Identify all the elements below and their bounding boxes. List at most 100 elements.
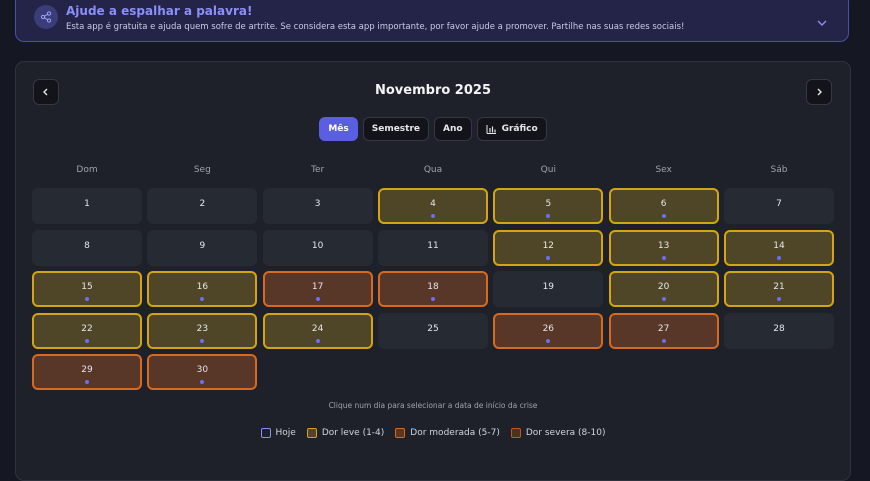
calendar-card: Novembro 2025 Mês Semestre Ano Gráfico D… bbox=[15, 61, 851, 481]
calendar-grid: 1 2 3 4 5 6 7 8 9 10 11 12 13 14 15 16 17 18 19 20 21 22 23 24 2… bbox=[32, 188, 834, 390]
entry-dot-icon bbox=[85, 297, 89, 301]
weekday-label: Sáb bbox=[770, 165, 788, 175]
day-number: 6 bbox=[660, 199, 667, 209]
day-cell[interactable]: 23 bbox=[147, 312, 258, 349]
month-title: Novembro 2025 bbox=[374, 83, 491, 98]
day-cell[interactable]: 12 bbox=[493, 229, 604, 266]
day-cell[interactable]: 25 bbox=[377, 312, 488, 349]
legend-item-moderada: Dor moderada (5-7) bbox=[395, 428, 500, 438]
entry-dot-icon bbox=[546, 255, 551, 260]
day-cell[interactable]: 7 bbox=[723, 188, 834, 224]
entry-dot-icon bbox=[661, 297, 666, 301]
weekday-label: Qua bbox=[423, 165, 443, 175]
day-number: 8 bbox=[84, 240, 90, 251]
day-number: 13 bbox=[657, 240, 670, 251]
day-cell[interactable]: 3 bbox=[262, 188, 373, 224]
entry-dot-icon bbox=[661, 338, 666, 343]
weekday-label: Ter bbox=[311, 165, 325, 175]
entry-dot-icon bbox=[546, 338, 551, 343]
day-number: 12 bbox=[542, 240, 555, 251]
day-cell[interactable]: 28 bbox=[723, 312, 834, 349]
entry-dot-icon bbox=[315, 338, 320, 343]
day-cell[interactable]: 22 bbox=[32, 312, 142, 349]
weekday-label: Sex bbox=[655, 165, 672, 175]
day-cell[interactable]: 17 bbox=[262, 271, 373, 307]
legend-label: Dor leve (1-4) bbox=[321, 428, 385, 438]
entry-dot-icon bbox=[200, 380, 205, 384]
entry-dot-icon bbox=[200, 338, 205, 343]
legend-swatch bbox=[306, 428, 317, 438]
day-cell[interactable]: 21 bbox=[723, 271, 834, 307]
day-number: 10 bbox=[311, 240, 324, 251]
day-cell[interactable]: 4 bbox=[377, 188, 488, 224]
day-cell[interactable]: 29 bbox=[32, 354, 142, 390]
legend-swatch bbox=[260, 428, 271, 438]
view-switcher: Mês Semestre Ano Gráfico bbox=[16, 117, 850, 141]
day-cell[interactable]: 14 bbox=[723, 229, 834, 266]
view-year-label: Ano bbox=[443, 124, 463, 134]
day-cell[interactable]: 27 bbox=[608, 312, 719, 349]
view-year-button[interactable]: Ano bbox=[434, 117, 472, 141]
weekday-label: Dom bbox=[76, 165, 98, 175]
day-number: 16 bbox=[196, 282, 209, 292]
day-cell[interactable]: 15 bbox=[32, 271, 142, 307]
view-chart-label: Gráfico bbox=[501, 124, 538, 134]
banner-text: Esta app é gratuita e ajuda quem sofre d… bbox=[66, 22, 685, 32]
entry-dot-icon bbox=[430, 297, 435, 301]
chevron-down-icon[interactable] bbox=[816, 13, 828, 26]
entry-dot-icon bbox=[776, 297, 781, 301]
day-number: 23 bbox=[196, 323, 209, 334]
legend-label: Hoje bbox=[275, 428, 296, 438]
legend-label: Dor moderada (5-7) bbox=[410, 428, 500, 438]
day-cell[interactable]: 24 bbox=[262, 312, 373, 349]
day-cell[interactable]: 1 bbox=[32, 188, 142, 224]
day-cell[interactable]: 26 bbox=[493, 312, 604, 349]
day-cell[interactable]: 19 bbox=[493, 271, 604, 307]
day-number: 14 bbox=[773, 240, 785, 251]
day-number: 5 bbox=[545, 199, 552, 209]
day-cell[interactable]: 10 bbox=[262, 229, 373, 266]
next-month-button[interactable] bbox=[806, 79, 832, 105]
entry-dot-icon bbox=[200, 297, 205, 301]
legend-swatch bbox=[510, 428, 521, 438]
day-cell[interactable]: 8 bbox=[32, 229, 142, 266]
share-icon bbox=[34, 5, 58, 29]
day-cell[interactable]: 30 bbox=[147, 354, 258, 390]
day-number: 15 bbox=[81, 282, 93, 292]
view-month-button[interactable]: Mês bbox=[319, 117, 358, 141]
day-number: 3 bbox=[314, 199, 321, 209]
view-chart-button[interactable]: Gráfico bbox=[476, 117, 547, 141]
day-cell[interactable]: 6 bbox=[608, 188, 719, 224]
day-number: 4 bbox=[430, 199, 436, 209]
entry-dot-icon bbox=[776, 255, 781, 260]
day-number: 7 bbox=[776, 199, 782, 209]
legend-swatch bbox=[395, 428, 406, 438]
entry-dot-icon bbox=[430, 214, 435, 218]
entry-dot-icon bbox=[661, 214, 666, 218]
weekday-label: Seg bbox=[193, 165, 211, 175]
share-banner[interactable]: Ajude a espalhar a palavra! Esta app é g… bbox=[15, 0, 849, 42]
day-cell[interactable]: 20 bbox=[608, 271, 719, 307]
legend: Hoje Dor leve (1-4) Dor moderada (5-7) D… bbox=[16, 428, 850, 438]
day-number: 2 bbox=[199, 199, 206, 209]
view-month-label: Mês bbox=[328, 124, 349, 134]
view-semester-button[interactable]: Semestre bbox=[362, 117, 430, 141]
day-cell[interactable]: 11 bbox=[377, 229, 488, 266]
legend-item-hoje: Hoje bbox=[260, 428, 296, 438]
day-cell[interactable]: 2 bbox=[147, 188, 258, 224]
entry-dot-icon bbox=[315, 297, 320, 301]
day-cell[interactable]: 18 bbox=[377, 271, 488, 307]
day-cell[interactable]: 16 bbox=[147, 271, 258, 307]
chevron-right-icon bbox=[817, 88, 822, 96]
day-number: 26 bbox=[542, 323, 555, 334]
entry-dot-icon bbox=[546, 214, 551, 218]
day-cell[interactable]: 13 bbox=[608, 229, 719, 266]
day-number: 21 bbox=[773, 282, 785, 292]
day-number: 20 bbox=[657, 282, 670, 292]
day-cell[interactable]: 9 bbox=[147, 229, 258, 266]
day-number: 17 bbox=[311, 282, 324, 292]
entry-dot-icon bbox=[661, 255, 666, 260]
day-cell[interactable]: 5 bbox=[493, 188, 604, 224]
view-semester-label: Semestre bbox=[371, 124, 421, 134]
day-number: 28 bbox=[773, 323, 785, 334]
